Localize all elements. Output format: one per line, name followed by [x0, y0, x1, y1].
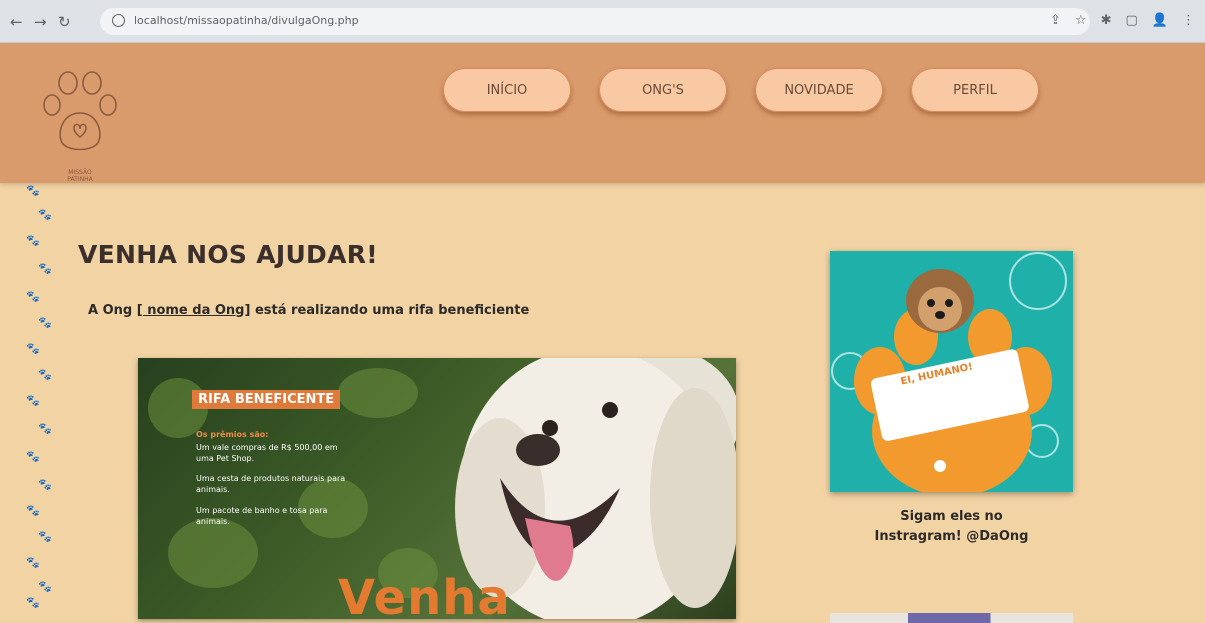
- logo-line-1: MISSÃO: [68, 169, 92, 176]
- back-icon[interactable]: ←: [10, 15, 23, 30]
- paw-icon: 🐾: [38, 262, 52, 275]
- prize-item: Um vale compras de R$ 500,00 em uma Pet …: [196, 442, 338, 463]
- prize-item: Uma cesta de produtos naturais para anim…: [196, 474, 346, 495]
- intro-before: A Ong: [88, 303, 137, 318]
- site-header: MISSÃO PATINHA INÍCIO ONG'S NOVIDADE PER…: [0, 43, 1205, 183]
- paw-icon: 🐾: [26, 234, 40, 247]
- nav-novidade-button[interactable]: NOVIDADE: [755, 68, 883, 112]
- prize-item: Um pacote de banho e tosa para animais.: [196, 505, 328, 526]
- caption-line-1: Sigam eles no: [900, 509, 1003, 524]
- caption-line-2: Instragram! @DaOng: [874, 529, 1029, 545]
- forward-icon[interactable]: →: [34, 15, 47, 30]
- extensions-icon[interactable]: ✱: [1101, 13, 1112, 28]
- rifa-prizes: Os prêmios são: Um vale compras de R$ 50…: [196, 430, 356, 538]
- rifa-cta-text: Venha: [338, 570, 511, 619]
- rifa-banner: RIFA BENEFICENTE Os prêmios são: Um vale…: [138, 358, 736, 619]
- paw-icon: 🐾: [26, 342, 40, 355]
- rifa-intro-text: A Ong [ nome da Ong] está realizando uma…: [88, 303, 529, 318]
- paw-icon: 🐾: [38, 580, 52, 593]
- paw-print-trail: 🐾 🐾 🐾 🐾 🐾 🐾 🐾 🐾 🐾 🐾 🐾 🐾 🐾 🐾 🐾 🐾 🐾: [20, 183, 60, 619]
- instagram-caption: Sigam eles no Instragram! @DaOng: [830, 507, 1073, 547]
- sidebar-icon[interactable]: ▢: [1126, 13, 1138, 28]
- paw-logo-icon: [43, 71, 117, 151]
- address-bar[interactable]: localhost/missaopatinha/divulgaOng.php: [100, 8, 1090, 35]
- paw-icon: 🐾: [38, 316, 52, 329]
- paw-icon: 🐾: [38, 530, 52, 543]
- intro-after: está realizando uma rifa beneficiente: [250, 303, 530, 318]
- url-text[interactable]: localhost/missaopatinha/divulgaOng.php: [134, 14, 359, 27]
- star-icon[interactable]: ☆: [1075, 13, 1087, 28]
- next-sidebar-card: [830, 613, 1073, 623]
- paw-icon: 🐾: [26, 596, 40, 609]
- nav-perfil-button[interactable]: PERFIL: [911, 68, 1039, 112]
- paw-icon: 🐾: [26, 450, 40, 463]
- share-icon[interactable]: ⇪: [1050, 13, 1061, 28]
- nav-ongs-button[interactable]: ONG'S: [599, 68, 727, 112]
- paw-icon: 🐾: [26, 184, 40, 197]
- paw-icon: 🐾: [26, 290, 40, 303]
- main-nav: INÍCIO ONG'S NOVIDADE PERFIL: [443, 68, 1039, 112]
- ong-name-link[interactable]: [ nome da Ong]: [137, 303, 251, 318]
- rifa-title: RIFA BENEFICENTE: [192, 390, 341, 409]
- menu-icon[interactable]: ⋮: [1182, 13, 1195, 28]
- reload-icon[interactable]: ↻: [58, 15, 71, 30]
- logo[interactable]: MISSÃO PATINHA: [30, 63, 130, 183]
- nav-inicio-button[interactable]: INÍCIO: [443, 68, 571, 112]
- paw-icon: 🐾: [38, 368, 52, 381]
- profile-icon[interactable]: 👤: [1152, 13, 1168, 28]
- paw-icon: 🐾: [26, 556, 40, 569]
- prizes-label: Os prêmios são:: [196, 430, 269, 439]
- browser-toolbar: ← → ↻ localhost/missaopatinha/divulgaOng…: [0, 0, 1205, 43]
- page-title: VENHA NOS AJUDAR!: [78, 240, 379, 269]
- paw-icon: 🐾: [38, 208, 52, 221]
- site-info-icon[interactable]: [112, 14, 125, 27]
- paw-icon: 🐾: [26, 394, 40, 407]
- instagram-post-image[interactable]: EI, HUMANO!: [830, 251, 1073, 492]
- paw-icon: 🐾: [26, 504, 40, 517]
- paw-icon: 🐾: [38, 478, 52, 491]
- paw-icon: 🐾: [38, 422, 52, 435]
